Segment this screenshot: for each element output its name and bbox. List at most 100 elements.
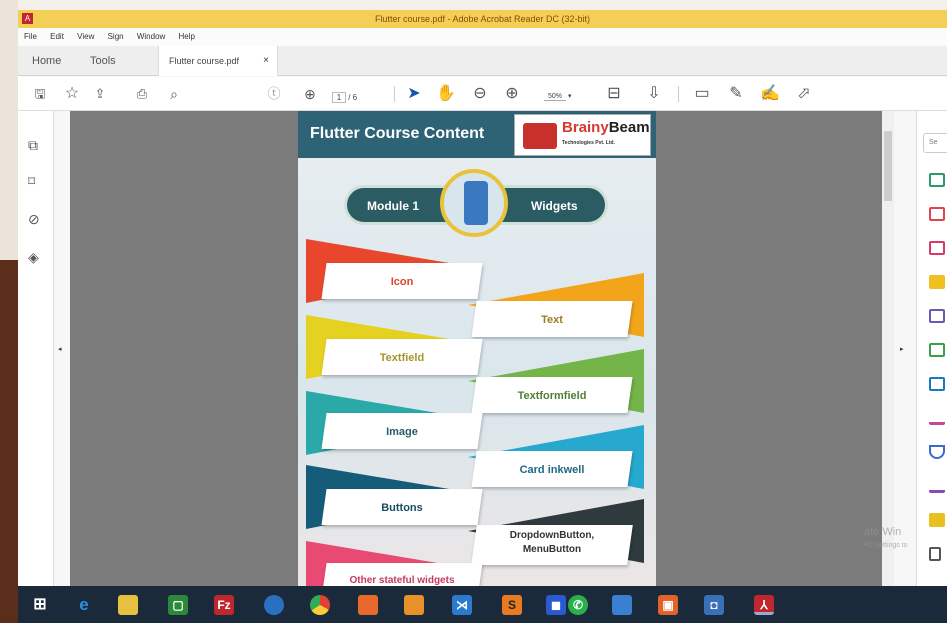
app-blue-icon[interactable]: ◼ [546, 595, 566, 615]
store-icon[interactable]: ▢ [168, 595, 188, 615]
module-phone-illustration [440, 169, 508, 237]
scrollbar-thumb[interactable] [884, 131, 892, 201]
zoom-in-icon[interactable]: ⊕ [502, 85, 522, 103]
chrome-blue-icon[interactable] [264, 595, 284, 615]
menu-help[interactable]: Help [179, 32, 195, 41]
page-current[interactable]: 1 [332, 92, 346, 103]
brainybeam-logo: BrainyBeam Technologies Pvt. Ltd. [514, 114, 651, 156]
select-cursor-icon[interactable]: ➤ [404, 85, 424, 103]
more-tools-icon[interactable] [929, 479, 945, 493]
toolbar-separator-2 [678, 86, 679, 102]
toolbar: 🖫 ☆ ⇪ ⎙ ⌕ ⓣ ⊕ 1 / 6 ➤ ✋ ⊖ ⊕ 50% ▾ ⊟ ⇩ ▭ … [18, 77, 947, 111]
app-orange-icon[interactable] [358, 595, 378, 615]
file-explorer-icon[interactable] [118, 595, 138, 615]
edit-pdf-icon[interactable] [929, 241, 945, 255]
tab-home[interactable]: Home [32, 46, 61, 76]
pdf-header: Flutter Course Content BrainyBeam Techno… [298, 111, 656, 158]
tab-bar: Home Tools Flutter course.pdf × [18, 46, 947, 76]
tab-tools[interactable]: Tools [90, 46, 116, 76]
right-pane-collapse-icon[interactable]: ▸ [900, 345, 904, 353]
menu-window[interactable]: Window [137, 32, 165, 41]
pdf-title: Flutter Course Content [310, 125, 485, 142]
acrobat-icon[interactable]: ⅄ [754, 595, 774, 615]
pdf-page: Flutter Course Content BrainyBeam Techno… [298, 111, 656, 586]
powerpoint-icon[interactable]: ▣ [658, 595, 678, 615]
menu-sign[interactable]: Sign [108, 32, 124, 41]
tab-document[interactable]: Flutter course.pdf × [158, 46, 278, 76]
comment-icon[interactable]: ▭ [692, 85, 712, 103]
menu-edit[interactable]: Edit [50, 32, 64, 41]
comment-tool-icon[interactable] [929, 275, 945, 289]
whatsapp-icon[interactable]: ✆ [568, 595, 588, 615]
photos-icon[interactable] [612, 595, 632, 615]
app-orange2-icon[interactable] [404, 595, 424, 615]
zoom-dropdown-icon[interactable]: ▾ [568, 93, 572, 100]
logo-name: BrainyBeam [562, 119, 650, 136]
save-icon[interactable]: 🖫 [30, 85, 50, 103]
attachment-icon[interactable]: ⊘ [28, 211, 40, 228]
protect-icon[interactable] [929, 445, 945, 459]
topic-icon: Icon [390, 276, 414, 288]
stamp-icon[interactable] [929, 513, 945, 527]
outlook-icon[interactable]: ◘ [704, 595, 724, 615]
module-topic: Widgets [531, 199, 578, 213]
topic-card-inkwell: Card inkwell [519, 464, 585, 476]
left-pane-collapse-icon[interactable]: ◂ [58, 345, 62, 353]
bookmark-icon[interactable]: ⌑ [28, 173, 35, 190]
zoom-out-icon[interactable]: ⊖ [470, 85, 490, 103]
fit-page-icon[interactable]: ⊟ [604, 85, 624, 103]
vertical-scrollbar[interactable] [882, 111, 894, 586]
tools-search-input[interactable]: Se [923, 133, 947, 153]
zoom-value: 50% [544, 93, 567, 101]
tab-document-label: Flutter course.pdf [169, 56, 240, 66]
layers-icon[interactable]: ◈ [28, 249, 39, 266]
desktop-background-left [0, 0, 18, 623]
topic-other-stateful: Other stateful widgets [349, 575, 455, 586]
document-view[interactable]: Flutter Course Content BrainyBeam Techno… [70, 111, 882, 586]
acrobat-app-icon[interactable]: A [22, 13, 33, 24]
logo-circuit-icon [523, 123, 557, 149]
title-bar: A Flutter course.pdf - Adobe Acrobat Rea… [18, 10, 947, 28]
topic-image: Image [386, 426, 418, 438]
module-label: Module 1 [367, 199, 420, 213]
page-down-icon[interactable]: ⊕ [300, 85, 320, 103]
menu-file[interactable]: File [24, 32, 37, 41]
edge-icon[interactable]: e [74, 595, 94, 615]
tools-pane: Se [916, 111, 947, 586]
hand-icon[interactable]: ✋ [436, 85, 456, 103]
menu-view[interactable]: View [77, 32, 94, 41]
activate-windows-watermark: ate Win PC settings to [864, 525, 908, 553]
star-icon[interactable]: ☆ [62, 85, 82, 103]
sublime-icon[interactable]: S [502, 595, 522, 615]
upload-icon[interactable]: ⇪ [90, 85, 110, 103]
export-pdf-icon[interactable] [929, 173, 945, 187]
pages-icon[interactable]: ⧉ [28, 137, 38, 154]
highlight-pen-icon[interactable]: ✎ [726, 85, 746, 103]
page-number-box[interactable]: 1 / 6 [332, 92, 357, 103]
zoom-select[interactable]: 50% ▾ [544, 92, 572, 101]
windows-taskbar: ⊞ e ▢ Fz ⋊ S ◼ ✆ ▣ ◘ ⅄ [18, 586, 947, 623]
create-pdf-icon[interactable] [929, 207, 945, 221]
share-icon[interactable]: ⬀ [794, 85, 814, 103]
topic-buttons: Buttons [381, 502, 423, 514]
print-icon[interactable]: ⎙ [132, 85, 152, 103]
scan-ocr-icon[interactable] [929, 377, 945, 391]
filezilla-icon[interactable]: Fz [214, 595, 234, 615]
page-up-icon[interactable]: ⓣ [264, 85, 284, 103]
window-title: Flutter course.pdf - Adobe Acrobat Reade… [374, 14, 591, 24]
vscode-icon[interactable]: ⋊ [452, 595, 472, 615]
close-tab-icon[interactable]: × [263, 46, 269, 76]
topic-text: Text [541, 314, 563, 326]
windows-start-icon[interactable]: ⊞ [30, 595, 50, 615]
fill-sign-icon[interactable] [929, 411, 945, 425]
organize-pages-icon[interactable] [929, 343, 945, 357]
topic-textfield: Textfield [379, 352, 425, 364]
scroll-mode-icon[interactable]: ⇩ [644, 85, 664, 103]
watermark-line2: PC settings to [864, 542, 908, 549]
combine-files-icon[interactable] [929, 309, 945, 323]
chrome-icon[interactable] [310, 595, 330, 615]
left-navigation-pane: ⧉ ⌑ ⊘ ◈ [18, 111, 54, 586]
search-icon[interactable]: ⌕ [164, 85, 184, 103]
wrench-icon[interactable] [929, 547, 941, 561]
sign-icon[interactable]: ✍ [760, 85, 780, 103]
